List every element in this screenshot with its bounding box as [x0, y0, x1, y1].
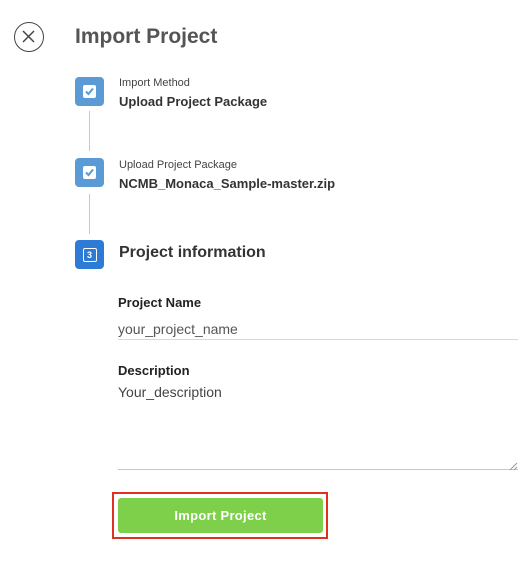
step-3-current-icon: 3: [75, 240, 104, 269]
project-name-label: Project Name: [118, 295, 202, 310]
checkbox-check-icon: [85, 87, 94, 96]
step-2-value: NCMB_Monaca_Sample-master.zip: [119, 176, 336, 191]
checkbox-check-icon: [85, 168, 94, 177]
dialog-title: Import Project: [75, 25, 218, 48]
step-1-value: Upload Project Package: [119, 94, 268, 109]
import-project-button[interactable]: Import Project: [118, 498, 323, 533]
description-label: Description: [118, 363, 190, 378]
close-icon: [22, 30, 35, 43]
step-connector: [89, 111, 90, 151]
step-2-done-icon: [75, 158, 104, 187]
description-textarea[interactable]: Your_description: [118, 384, 518, 470]
step-3-number: 3: [82, 247, 97, 262]
close-button[interactable]: [14, 22, 44, 52]
step-1-label: Import Method: [119, 77, 190, 89]
project-name-input[interactable]: [118, 318, 518, 340]
step-2-label: Upload Project Package: [119, 159, 238, 171]
step-1-done-icon: [75, 77, 104, 106]
step-3-title: Project information: [119, 244, 266, 261]
step-connector: [89, 194, 90, 234]
resize-grip-icon[interactable]: [508, 461, 518, 471]
